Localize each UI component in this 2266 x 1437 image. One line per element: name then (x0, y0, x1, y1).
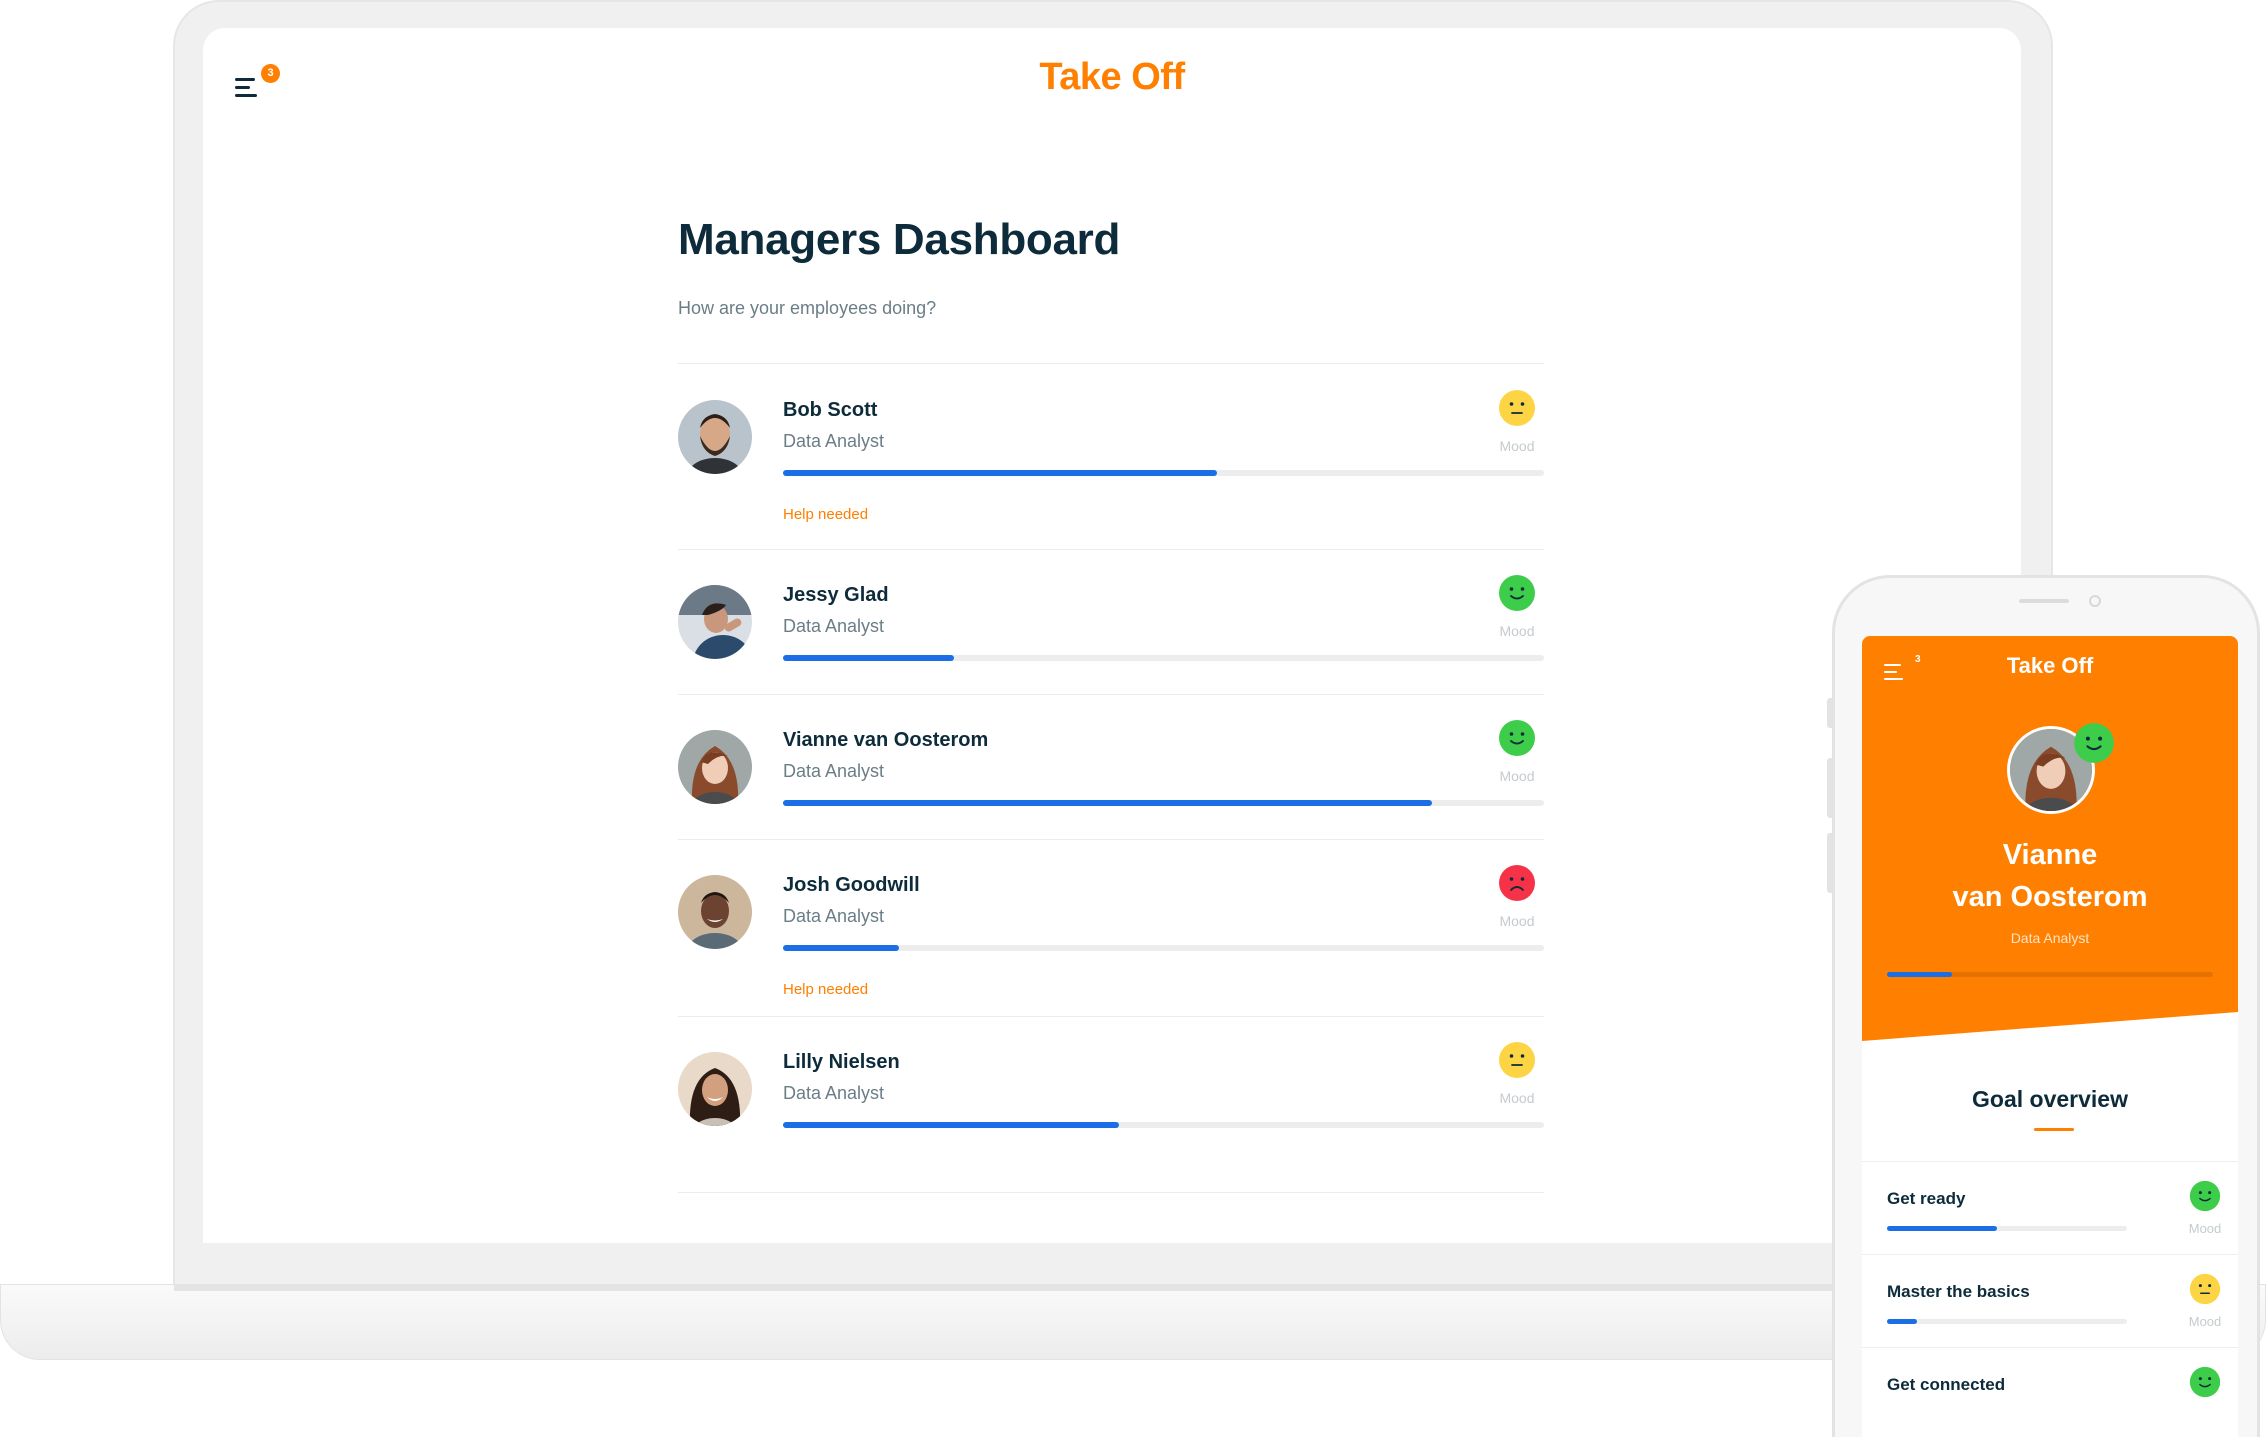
goal-progress-bar (1887, 1319, 2127, 1324)
employee-role: Data Analyst (783, 616, 885, 636)
phone-screen: 3 Take Off Vianne van Oosterom Data Anal… (1862, 636, 2238, 1437)
page-subtitle: How are your employees doing? (678, 298, 937, 318)
goal-name: Get ready (1887, 1189, 1966, 1208)
mood-indicator: Mood (2180, 1273, 2230, 1329)
mood-indicator: Mood (1490, 1041, 1544, 1106)
avatar (678, 585, 752, 659)
happy-face-icon (2180, 1366, 2230, 1403)
employee-name[interactable]: Vianne van Oosterom (783, 729, 988, 752)
employee-name[interactable]: Lilly Nielsen (783, 1051, 900, 1074)
progress-fill (783, 470, 1217, 476)
progress-fill (783, 945, 899, 951)
phone-side-button (1827, 698, 1833, 728)
profile-last-name: van Oosterom (1952, 881, 2148, 913)
avatar (678, 875, 752, 949)
mood-label: Mood (1499, 913, 1535, 929)
mood-indicator (2180, 1366, 2230, 1403)
employee-role: Data Analyst (783, 1083, 885, 1103)
help-needed-flag[interactable]: Help needed (783, 506, 868, 523)
employee-role: Data Analyst (783, 431, 885, 451)
title-underline (2034, 1128, 2074, 1131)
progress-bar (783, 945, 1544, 951)
progress-bar (783, 470, 1544, 476)
mood-indicator: Mood (2180, 1180, 2230, 1236)
goal-name: Master the basics (1887, 1282, 2030, 1301)
employee-name[interactable]: Bob Scott (783, 399, 877, 422)
goal-overview-title: Goal overview (1972, 1086, 2128, 1112)
profile-header: 3 Take Off Vianne van Oosterom Data Anal… (1862, 636, 2238, 1056)
laptop-screen: 3 Take Off Managers Dashboard How are yo… (203, 28, 2021, 1243)
avatar (678, 400, 752, 474)
employee-name[interactable]: Jessy Glad (783, 584, 889, 607)
phone-frame: 3 Take Off Vianne van Oosterom Data Anal… (1827, 575, 2260, 1437)
goal-progress-fill (1887, 1319, 1917, 1324)
progress-bar (783, 1122, 1544, 1128)
goal-list: Get ready Mood Master the basics Mood Ge… (1862, 1161, 2238, 1437)
profile-first-name: Vianne (2002, 839, 2098, 871)
mood-label: Mood (1499, 438, 1535, 454)
profile-progress-bar (1887, 972, 2213, 977)
neutral-face-icon (1490, 389, 1544, 432)
progress-fill (783, 800, 1433, 806)
neutral-face-icon (2180, 1273, 2230, 1310)
employee-list: Bob Scott Data Analyst Mood Help needed … (678, 363, 1544, 1193)
neutral-face-icon (1490, 1041, 1544, 1084)
mood-label: Mood (1499, 768, 1535, 784)
goal-progress-bar (1887, 1226, 2127, 1231)
phone-side-button (1827, 758, 1833, 818)
sad-face-icon (1490, 864, 1544, 907)
profile-role: Data Analyst (2010, 930, 2090, 946)
goal-item[interactable]: Master the basics Mood (1862, 1255, 2238, 1348)
employee-row[interactable]: Josh Goodwill Data Analyst Mood Help nee… (678, 840, 1544, 1017)
help-needed-flag[interactable]: Help needed (783, 981, 868, 998)
employee-role: Data Analyst (783, 761, 885, 781)
profile-name: Vianne van Oosterom (1862, 834, 2238, 918)
mood-indicator: Mood (1490, 574, 1544, 639)
progress-bar (783, 655, 1544, 661)
mood-indicator: Mood (1490, 719, 1544, 784)
avatar (678, 730, 752, 804)
goal-name: Get connected (1887, 1375, 2006, 1394)
goal-item[interactable]: Get connected (1862, 1348, 2238, 1437)
brand-logo[interactable]: Take Off (203, 56, 2021, 99)
goal-item[interactable]: Get ready Mood (1862, 1162, 2238, 1255)
progress-bar (783, 800, 1544, 806)
happy-face-icon (1490, 719, 1544, 762)
progress-fill (783, 1122, 1120, 1128)
mood-label: Mood (1499, 1090, 1535, 1106)
mood-indicator: Mood (1490, 864, 1544, 929)
employee-row[interactable]: Vianne van Oosterom Data Analyst Mood (678, 695, 1544, 840)
mood-label: Mood (1499, 623, 1535, 639)
employee-row[interactable]: Lilly Nielsen Data Analyst Mood (678, 1017, 1544, 1193)
employee-name[interactable]: Josh Goodwill (783, 874, 920, 897)
phone-camera (2089, 595, 2101, 607)
phone-side-button (1827, 833, 1833, 893)
profile-progress-fill (1887, 972, 1953, 977)
happy-face-icon (1490, 574, 1544, 617)
brand-logo[interactable]: Take Off (1862, 653, 2238, 679)
employee-role: Data Analyst (783, 906, 885, 926)
goal-progress-fill (1887, 1226, 1998, 1231)
progress-fill (783, 655, 955, 661)
avatar (678, 1052, 752, 1126)
employee-row[interactable]: Jessy Glad Data Analyst Mood (678, 550, 1544, 695)
mood-indicator: Mood (1490, 389, 1544, 454)
page-title: Managers Dashboard (678, 215, 1121, 264)
employee-row[interactable]: Bob Scott Data Analyst Mood Help needed (678, 364, 1544, 550)
mood-label: Mood (2188, 1221, 2222, 1236)
mood-label: Mood (2188, 1314, 2222, 1329)
happy-face-icon (2180, 1180, 2230, 1217)
phone-speaker (2019, 599, 2069, 603)
